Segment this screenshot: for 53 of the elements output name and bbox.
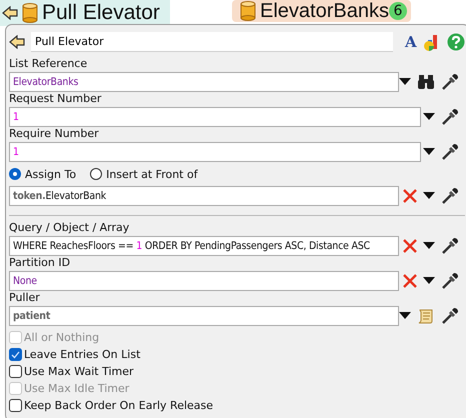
eyedropper-icon[interactable] [441, 142, 459, 160]
eyedropper-icon[interactable] [441, 72, 459, 90]
clear-icon[interactable] [403, 238, 417, 252]
eyedropper-icon[interactable] [441, 186, 459, 204]
dropdown-icon[interactable] [423, 113, 435, 120]
dropdown-icon[interactable] [399, 78, 411, 85]
input-field[interactable]: ElevatorBanks [9, 72, 399, 92]
clear-icon[interactable] [403, 188, 417, 202]
field-label: Partition ID [9, 256, 72, 270]
name-field[interactable]: Pull Elevator [31, 32, 393, 52]
input-field[interactable]: 1 [9, 142, 421, 162]
dropdown-icon[interactable] [423, 277, 435, 284]
back-arrow-icon [2, 6, 18, 20]
dropdown-icon[interactable] [423, 192, 435, 199]
field-label: Query / Object / Array [9, 221, 130, 235]
radio-label[interactable]: Assign To [25, 168, 76, 180]
input-field[interactable]: None [9, 270, 399, 290]
dropdown-icon[interactable] [399, 312, 411, 319]
radio-button[interactable] [90, 168, 102, 180]
dropdown-icon[interactable] [423, 242, 435, 249]
count-badge: 6 [388, 2, 407, 20]
eyedropper-icon[interactable] [441, 306, 459, 324]
chip-label: ElevatorBanks [260, 0, 389, 22]
radio-label[interactable]: Insert at Front of [106, 168, 198, 180]
font-button[interactable]: A [405, 33, 417, 51]
field-label: Puller [9, 291, 41, 305]
help-icon[interactable] [446, 33, 465, 51]
eyedropper-icon[interactable] [441, 272, 459, 290]
checkbox[interactable] [9, 365, 22, 378]
binoculars-icon[interactable] [417, 74, 435, 90]
field-label: Require Number [9, 127, 100, 141]
node-title: Pull Elevator [42, 1, 160, 25]
back-arrow-icon [9, 35, 25, 49]
dropdown-icon[interactable] [423, 148, 435, 155]
list-chip[interactable]: ElevatorBanks 6 [232, 0, 411, 22]
radio-button[interactable] [9, 168, 21, 180]
checkbox[interactable] [9, 348, 22, 361]
checkbox-label[interactable]: Leave Entries On List [24, 348, 140, 361]
input-field[interactable]: 1 [9, 106, 421, 126]
input-field[interactable]: token.ElevatorBank [9, 186, 399, 206]
eyedropper-icon[interactable] [441, 236, 459, 254]
checkbox-label[interactable]: Keep Back Order On Early Release [24, 399, 214, 412]
cylinder-icon [22, 3, 38, 23]
eyedropper-icon[interactable] [441, 108, 459, 126]
field-label: Request Number [9, 92, 102, 106]
field-label: List Reference [9, 57, 88, 71]
input-field[interactable]: patient [9, 306, 399, 326]
checkbox[interactable] [9, 399, 22, 412]
checkbox-label[interactable]: Use Max Wait Timer [24, 365, 134, 378]
input-field[interactable]: WHERE ReachesFloors == 1 ORDER BY PendingPassengers ASC, Distance ASC [9, 236, 399, 256]
cylinder-icon [240, 1, 256, 21]
script-icon[interactable] [417, 308, 435, 324]
clear-icon[interactable] [403, 274, 417, 288]
